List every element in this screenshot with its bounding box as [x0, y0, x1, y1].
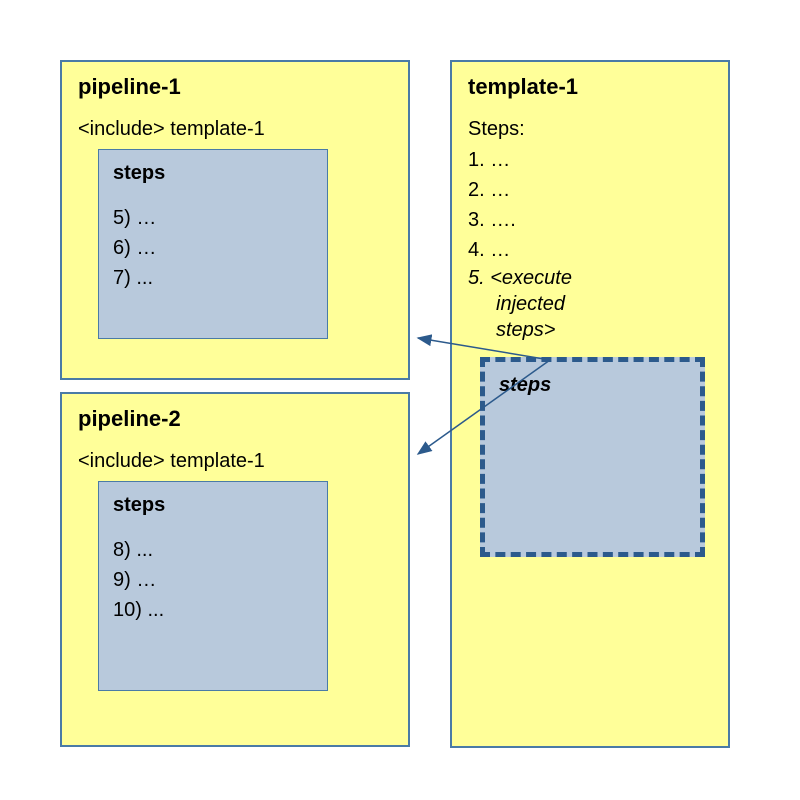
execute-line-2: injected	[468, 291, 712, 317]
template-step: 4. …	[468, 235, 712, 265]
step-item: 7) ...	[113, 263, 313, 293]
steps-label: steps	[113, 494, 313, 517]
pipeline-2-box: pipeline-2 <include> template-1 steps 8)…	[60, 392, 410, 747]
pipeline-1-title: pipeline-1	[78, 74, 392, 100]
pipeline-2-steps-box: steps 8) ... 9) … 10) ...	[98, 481, 328, 691]
execute-line-3: steps>	[468, 317, 712, 343]
pipeline-1-steps-box: steps 5) … 6) … 7) ...	[98, 149, 328, 339]
steps-label: steps	[113, 162, 313, 185]
step-item: 6) …	[113, 233, 313, 263]
template-1-box: template-1 Steps: 1. … 2. … 3. …. 4. … 5…	[450, 60, 730, 748]
pipeline-1-include: <include> template-1	[78, 118, 392, 141]
step-item: 8) ...	[113, 535, 313, 565]
step-item: 9) …	[113, 565, 313, 595]
template-step: 3. ….	[468, 205, 712, 235]
diagram-canvas: pipeline-1 <include> template-1 steps 5)…	[60, 60, 740, 760]
placeholder-label: steps	[499, 374, 686, 397]
pipeline-2-title: pipeline-2	[78, 406, 392, 432]
template-step: 1. …	[468, 145, 712, 175]
execute-line-1: 5. <execute	[468, 267, 572, 289]
pipeline-2-include: <include> template-1	[78, 450, 392, 473]
template-steps-placeholder: steps	[480, 357, 705, 557]
step-item: 10) ...	[113, 595, 313, 625]
template-steps-header: Steps:	[468, 118, 712, 141]
template-1-title: template-1	[468, 74, 712, 100]
step-item: 5) …	[113, 203, 313, 233]
template-step: 2. …	[468, 175, 712, 205]
template-execute-step: 5. <execute injected steps>	[468, 265, 712, 343]
pipeline-1-box: pipeline-1 <include> template-1 steps 5)…	[60, 60, 410, 380]
